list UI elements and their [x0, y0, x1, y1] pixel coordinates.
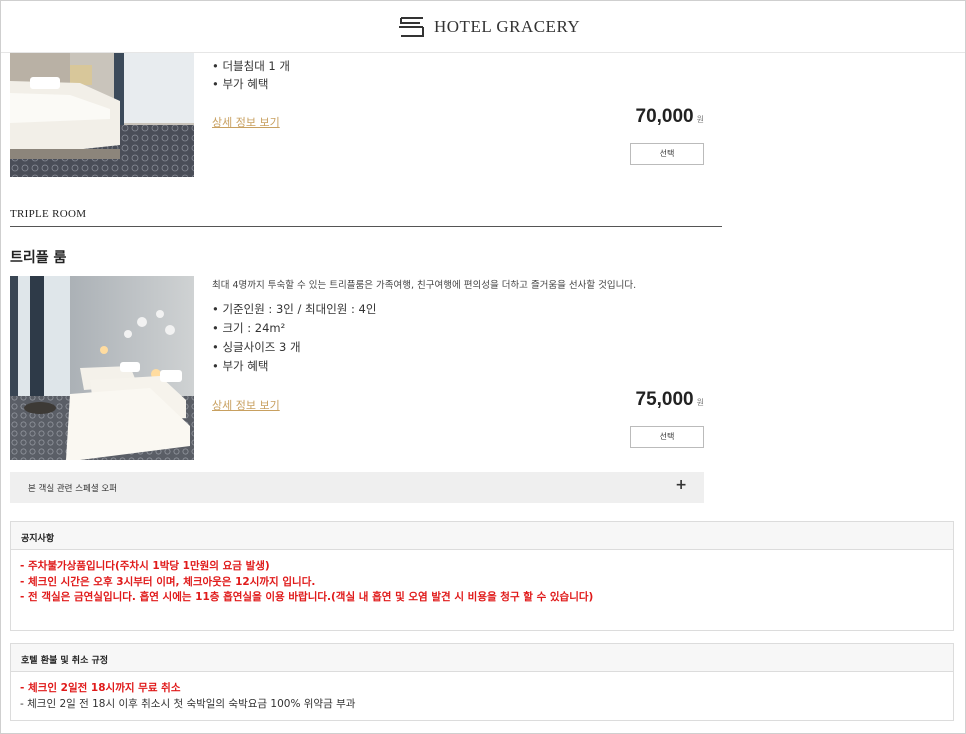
list-item: 싱글사이즈 3 개 — [212, 338, 376, 357]
room1-detail-link[interactable]: 상세 정보 보기 — [212, 114, 280, 130]
refund-line-free: - 체크인 2일전 18시까지 무료 취소 — [20, 682, 181, 694]
room2-detail-link[interactable]: 상세 정보 보기 — [212, 397, 280, 413]
currency-unit: 원 — [696, 115, 704, 124]
brand-logo[interactable]: HOTEL GRACERY — [398, 15, 580, 39]
list-item: 크기 : 24m² — [212, 319, 376, 338]
plus-icon[interactable]: + — [675, 477, 687, 493]
brand-name: HOTEL GRACERY — [434, 17, 581, 36]
room1-select-button[interactable]: 선택 — [630, 143, 704, 165]
room2-select-button[interactable]: 선택 — [630, 426, 704, 448]
list-item: 기준인원 : 3인 / 최대인원 : 4인 — [212, 300, 376, 319]
section-title-triple-room: TRIPLE ROOM — [10, 208, 722, 227]
list-item: 더블침대 1 개 — [212, 57, 290, 75]
special-offer-label: 본 객실 관련 스페셜 오퍼 — [28, 484, 118, 494]
room-name: 트리플 룸 — [10, 250, 67, 266]
room2-feature-list: 기준인원 : 3인 / 최대인원 : 4인 크기 : 24m² 싱글사이즈 3 … — [212, 300, 376, 376]
price-value: 75,000 — [635, 389, 694, 410]
triple-room-photo — [10, 276, 194, 460]
room-description: 최대 4명까지 투숙할 수 있는 트리플룸은 가족여행, 친구여행에 편의성을 … — [212, 280, 637, 291]
notice-line: - 체크인 시간은 오후 3시부터 이며, 체크아웃은 12시까지 입니다. — [20, 575, 316, 588]
list-item: 부가 혜택 — [212, 357, 376, 376]
room2-price: 75,000 원 — [636, 389, 705, 411]
notice-line: - 전 객실은 금연실입니다. 흡연 시에는 11층 흡연실을 이용 바랍니다.… — [20, 591, 594, 603]
room1-feature-list: 더블침대 1 개 부가 혜택 — [212, 57, 290, 93]
refund-line-fee: - 체크인 2일 전 18시 이후 취소시 첫 숙박일의 숙박요금 100% 위… — [20, 697, 356, 710]
double-room-photo — [10, 53, 194, 177]
gracery-logo-icon — [399, 17, 424, 37]
refund-policy-box: 호텔 환불 및 취소 규정 - 체크인 2일전 18시까지 무료 취소 - 체크… — [10, 643, 954, 721]
refund-policy-body: - 체크인 2일전 18시까지 무료 취소 - 체크인 2일 전 18시 이후 … — [11, 672, 953, 712]
notice-line: - 주차불가상품입니다(주차시 1박당 1만원의 요금 발생) — [20, 560, 270, 572]
special-offer-toggle[interactable]: 본 객실 관련 스페셜 오퍼 + — [10, 472, 704, 503]
room1-price: 70,000 원 — [636, 106, 705, 128]
refund-policy-title: 호텔 환불 및 취소 규정 — [11, 644, 953, 672]
notice-box: 공지사항 - 주차불가상품입니다(주차시 1박당 1만원의 요금 발생) - 체… — [10, 521, 954, 631]
notice-body: - 주차불가상품입니다(주차시 1박당 1만원의 요금 발생) - 체크인 시간… — [11, 550, 953, 606]
price-value: 70,000 — [635, 106, 694, 127]
notice-title: 공지사항 — [11, 522, 953, 550]
site-header: HOTEL GRACERY — [1, 1, 965, 53]
currency-unit: 원 — [696, 398, 704, 407]
list-item: 부가 혜택 — [212, 75, 290, 93]
